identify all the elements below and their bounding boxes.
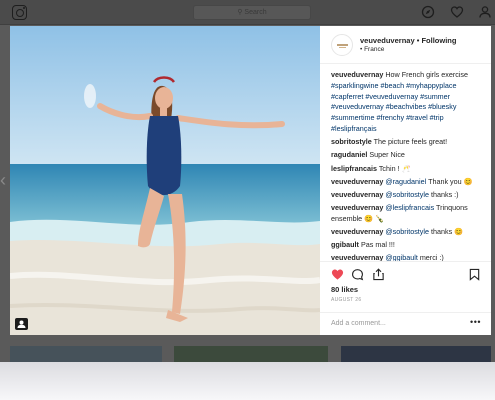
- related-post-thumbnail[interactable]: [10, 346, 162, 362]
- comment-username[interactable]: sobritostyle: [331, 137, 372, 146]
- comment-text: Tchin ! 🥂: [378, 163, 411, 173]
- search-input[interactable]: ⚲ Search: [193, 5, 311, 20]
- location-link[interactable]: • France: [360, 46, 384, 53]
- heart-icon[interactable]: [450, 5, 464, 19]
- avatar[interactable]: [331, 34, 353, 56]
- comment-mention-link[interactable]: @ragudaniel: [385, 177, 426, 186]
- comment-mention-link[interactable]: @sobritostyle: [385, 227, 429, 236]
- related-post-thumbnail[interactable]: [174, 346, 328, 362]
- post-date: AUGUST 26: [331, 297, 362, 303]
- comment-item: veuveduvernay @sobritostyle thanks :): [331, 190, 487, 201]
- comment-username[interactable]: ggibault: [331, 240, 359, 249]
- comment-username[interactable]: ragudaniel: [331, 150, 367, 159]
- like-heart-icon[interactable]: [331, 268, 344, 281]
- user-tag-icon[interactable]: [15, 318, 28, 330]
- profile-icon[interactable]: [478, 5, 492, 19]
- comment-item: veuveduvernay @leslipfrancais Trinquons …: [331, 203, 487, 225]
- comment-text: How French girls exercise: [385, 70, 469, 79]
- comment-item: ggibault Pas mal !!!: [331, 240, 487, 251]
- compass-icon[interactable]: [421, 5, 435, 19]
- more-options-icon[interactable]: •••: [470, 317, 481, 327]
- comment-mention-link[interactable]: @leslipfrancais: [385, 203, 434, 212]
- previous-post-chevron-icon[interactable]: ‹: [0, 171, 6, 189]
- comment-text: Pas mal !!!: [360, 240, 395, 250]
- likes-count[interactable]: 80 likes: [331, 285, 358, 294]
- instagram-logo-icon[interactable]: [12, 5, 27, 20]
- comment-username[interactable]: veuveduvernay: [331, 190, 383, 199]
- comment-text: thanks :): [429, 189, 459, 199]
- comment-username[interactable]: leslipfrancais: [331, 164, 377, 173]
- comment-text: thanks 😊: [429, 227, 464, 237]
- following-button[interactable]: Following: [421, 36, 456, 45]
- comment-username[interactable]: veuveduvernay: [331, 70, 383, 79]
- comment-mention-link[interactable]: @sobritostyle: [385, 190, 429, 199]
- add-comment-bar: Add a comment... •••: [320, 312, 491, 335]
- comment-item: veuveduvernay How French girls exercise …: [331, 70, 487, 135]
- post-detail-panel: veuveduvernay • Following • France veuve…: [320, 26, 491, 335]
- comment-username[interactable]: veuveduvernay: [331, 203, 383, 212]
- add-comment-input[interactable]: Add a comment...: [331, 320, 386, 327]
- comment-item: veuveduvernay @ragudaniel Thank you 😊: [331, 177, 487, 188]
- reflection-floor: [0, 362, 495, 400]
- comment-text: Thank you 😊: [426, 176, 473, 186]
- comment-item: ragudaniel Super Nice: [331, 150, 487, 161]
- share-icon[interactable]: [372, 268, 385, 281]
- bookmark-icon[interactable]: [468, 268, 481, 281]
- comment-text: Super Nice: [369, 150, 405, 160]
- comment-username[interactable]: veuveduvernay: [331, 227, 383, 236]
- comment-item: leslipfrancais Tchin ! 🥂: [331, 164, 487, 175]
- top-navigation-bar: ⚲ Search: [0, 0, 495, 25]
- comment-mention-link[interactable]: #sparklingwine #beach #myhappyplace #cap…: [331, 81, 456, 133]
- comment-item: veuveduvernay @sobritostyle thanks 😊: [331, 227, 487, 238]
- comment-username[interactable]: veuveduvernay: [331, 177, 383, 186]
- comment-text: The picture feels great!: [373, 137, 448, 147]
- comment-item: sobritostyle The picture feels great!: [331, 137, 487, 148]
- comments-list: veuveduvernay How French girls exercise …: [331, 70, 487, 267]
- username-link[interactable]: veuveduvernay: [360, 36, 415, 45]
- action-bar: 80 likes AUGUST 26: [320, 261, 491, 315]
- comment-bubble-icon[interactable]: [351, 268, 364, 281]
- separator-dot: •: [416, 36, 420, 45]
- header-user-line: veuveduvernay • Following: [360, 36, 456, 45]
- post-header: veuveduvernay • Following • France: [320, 26, 491, 64]
- post-photo: [10, 26, 320, 335]
- related-post-thumbnail[interactable]: [341, 346, 491, 362]
